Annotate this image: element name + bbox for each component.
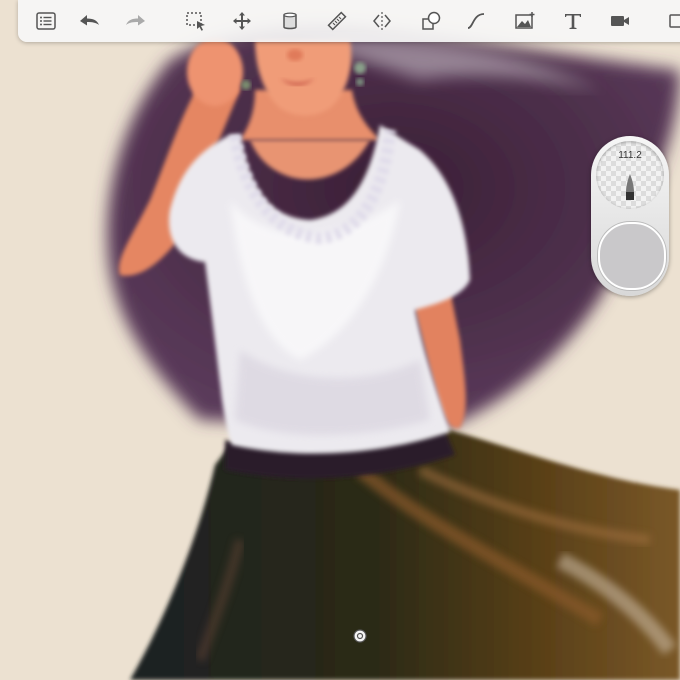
hand	[187, 38, 243, 106]
redo-button[interactable]	[119, 0, 153, 42]
symmetry-button[interactable]	[365, 0, 399, 42]
transform-button[interactable]	[225, 0, 259, 42]
undo-icon	[80, 15, 99, 26]
fullscreen-icon	[669, 14, 680, 28]
text-icon	[565, 14, 581, 29]
brush-tip-icon	[626, 174, 634, 200]
import-image-icon	[515, 12, 535, 29]
painting-canvas[interactable]	[0, 0, 680, 680]
ruler-button[interactable]	[320, 0, 354, 42]
brush-size-value: 111.2	[618, 150, 642, 161]
nose	[287, 49, 303, 61]
transform-icon	[233, 12, 251, 30]
redo-icon	[126, 15, 145, 26]
toolbar	[18, 0, 680, 42]
selection-button[interactable]	[179, 0, 213, 42]
color-picker[interactable]	[598, 222, 666, 290]
text-button[interactable]	[556, 0, 590, 42]
curve-button[interactable]	[459, 0, 493, 42]
brush-size-control[interactable]: 111.2	[596, 141, 664, 209]
canvas-rotate-handle-icon[interactable]	[353, 629, 367, 643]
shapes-icon	[422, 11, 441, 30]
brush-puck[interactable]: 111.2	[591, 136, 669, 296]
list-button[interactable]	[29, 0, 63, 42]
import-image-button[interactable]	[508, 0, 542, 42]
selection-icon	[186, 12, 205, 31]
curve-icon	[467, 13, 485, 29]
layer-icon	[283, 12, 297, 30]
record-button[interactable]	[603, 0, 637, 42]
undo-button[interactable]	[72, 0, 106, 42]
ruler-icon	[327, 11, 347, 31]
symmetry-icon	[373, 12, 391, 30]
record-icon	[611, 16, 629, 26]
fullscreen-button[interactable]	[660, 0, 680, 42]
layer-button[interactable]	[273, 0, 307, 42]
earring-right	[354, 62, 366, 74]
list-icon	[36, 12, 56, 30]
shapes-button[interactable]	[414, 0, 448, 42]
earring-left	[241, 80, 251, 90]
